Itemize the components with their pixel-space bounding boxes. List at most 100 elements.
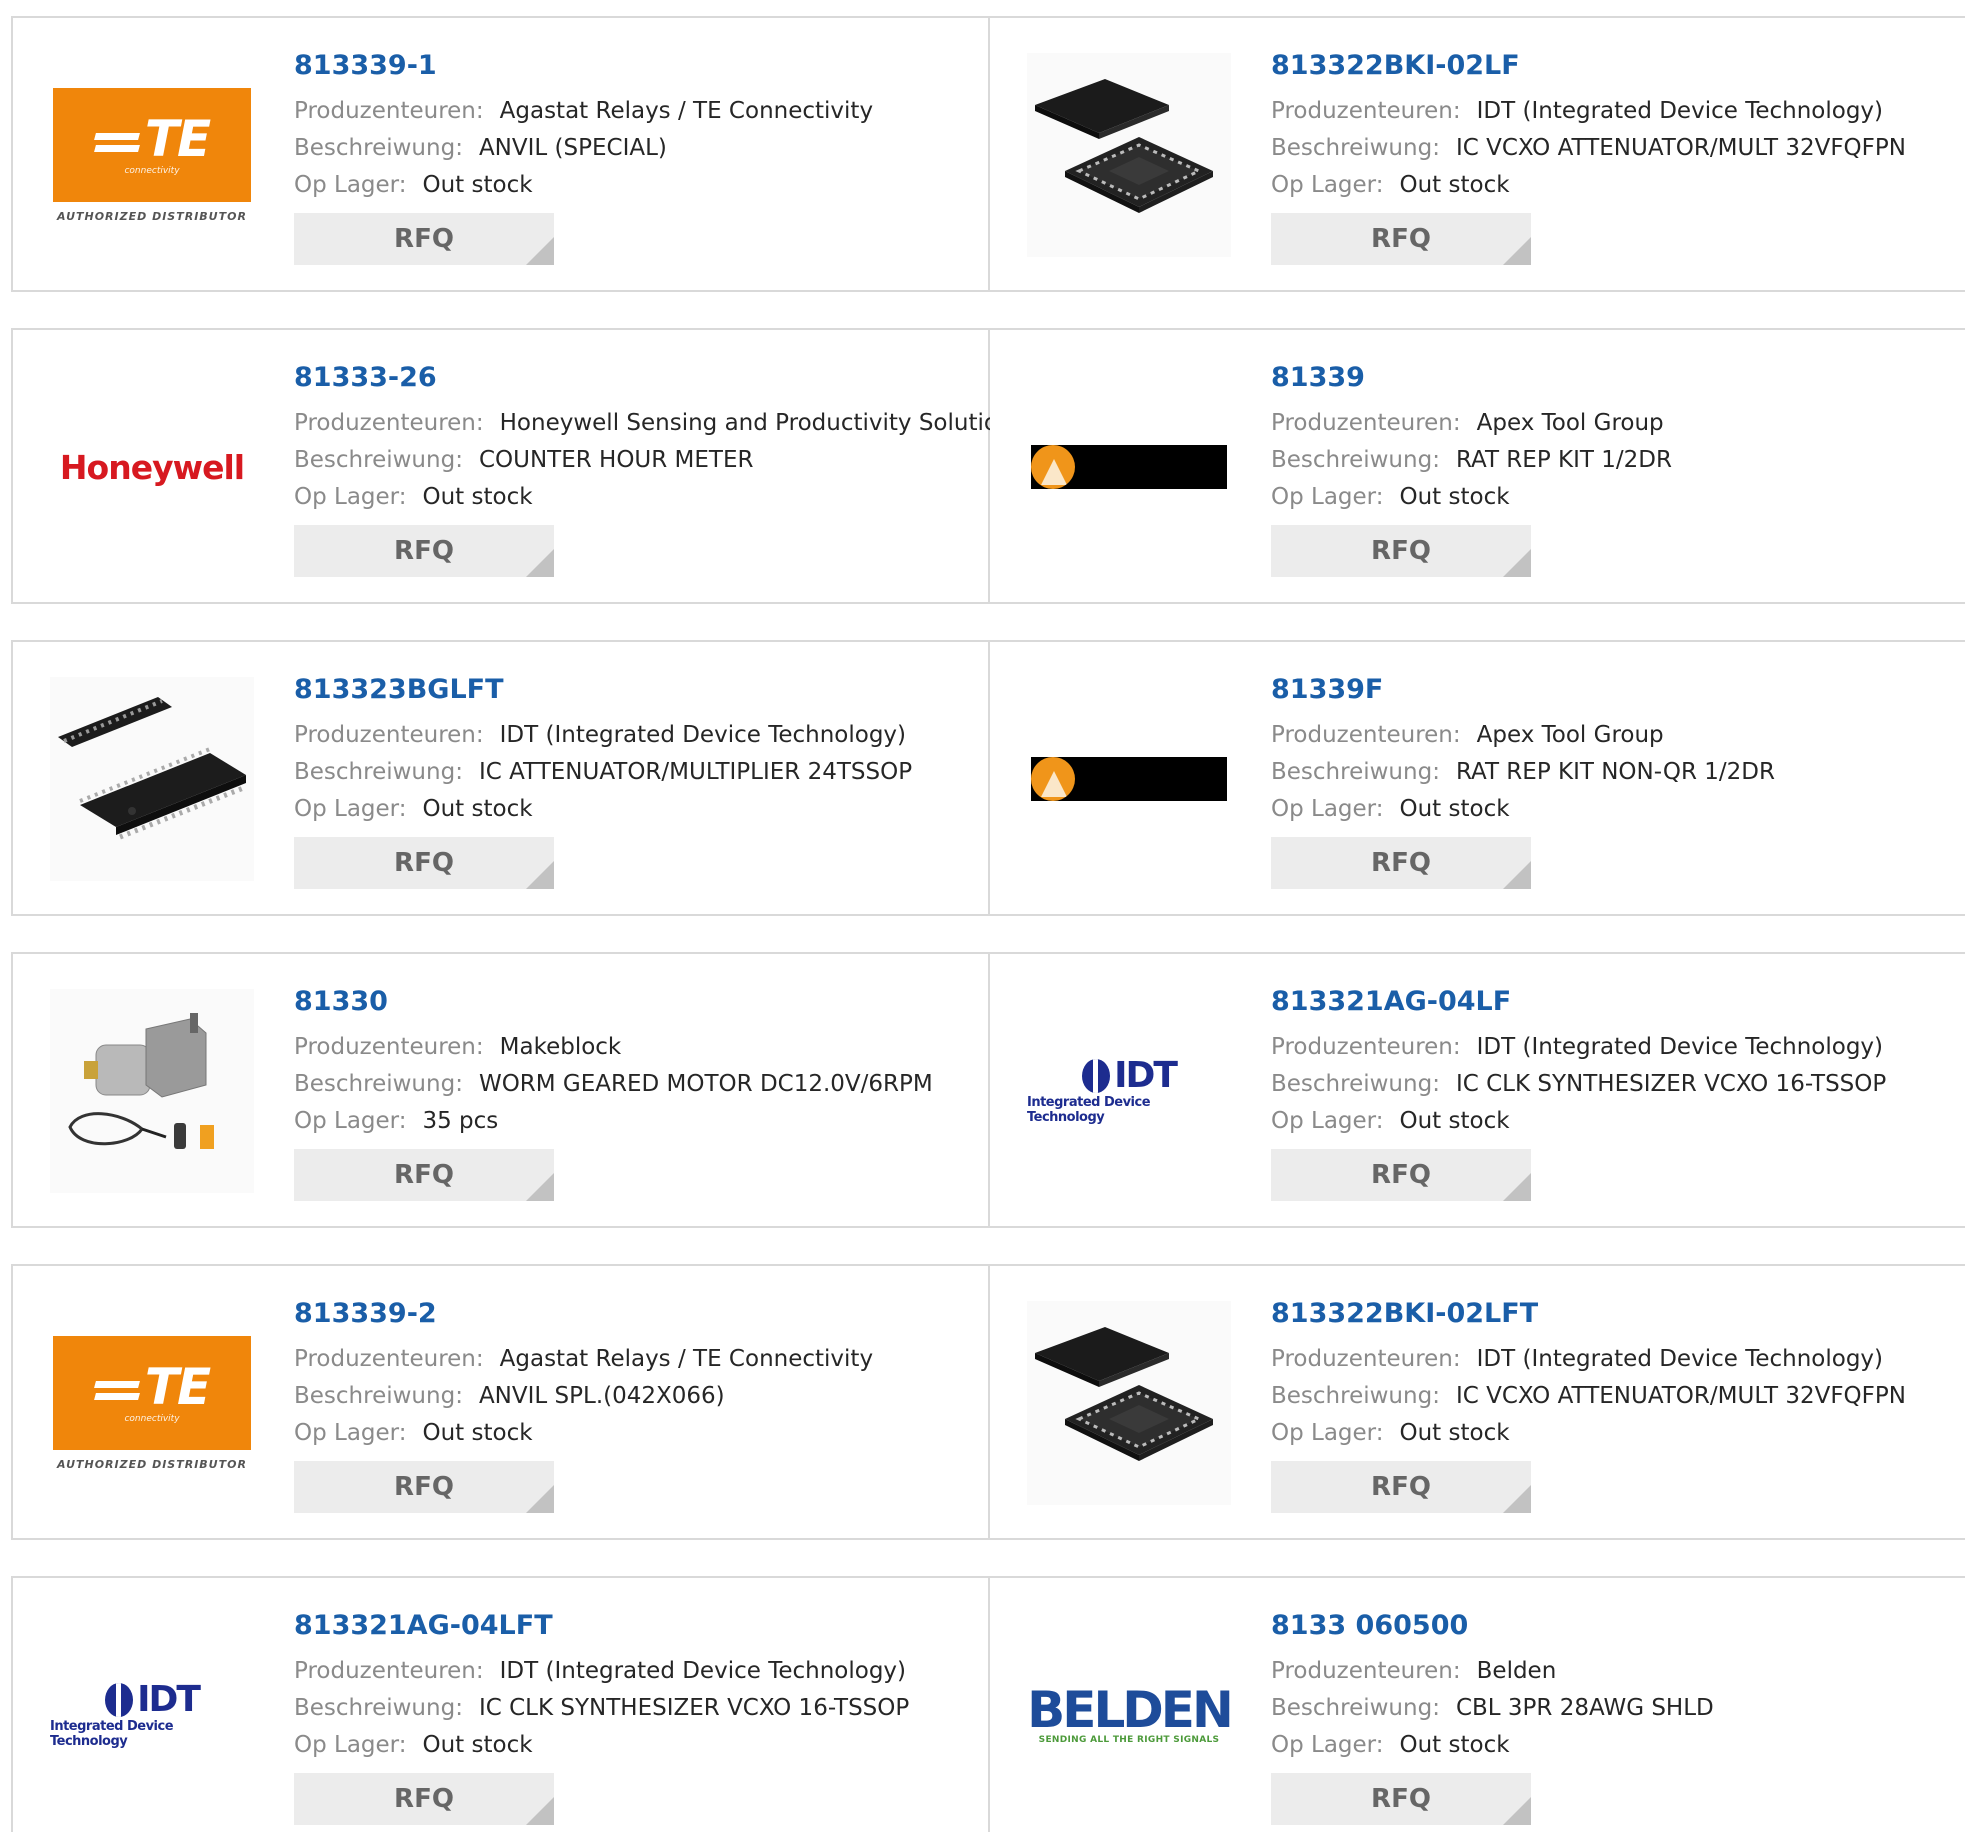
- rfq-button[interactable]: RFQ: [1271, 525, 1531, 577]
- manufacturer-value: IDT (Integrated Device Technology): [1476, 98, 1884, 124]
- manufacturer-value: Honeywell Sensing and Productivity Solut…: [499, 410, 1025, 436]
- te-logo-sub: connectivity: [124, 165, 180, 176]
- stock-label: Op Lager:: [1271, 1732, 1384, 1758]
- product-info: 813322BKI-02LFT Produzenteuren: IDT (Inte…: [1271, 1296, 1965, 1513]
- part-number-link[interactable]: 813339-1: [294, 48, 437, 84]
- idt-logo-text: IDT: [137, 1679, 201, 1720]
- honeywell-logo[interactable]: Honeywell: [50, 365, 254, 569]
- stock-row: Op Lager: Out stock: [1271, 1727, 1965, 1764]
- apex-tool-logo[interactable]: [1027, 677, 1231, 881]
- product-card: 813323BGLFT Produzenteuren: IDT (Integrat…: [11, 640, 990, 916]
- product-card: 81330 Produzenteuren: Makeblock Beschreiw…: [11, 952, 990, 1228]
- description-row: Beschreiwung: IC CLK SYNTHESIZER VCXO 16-…: [294, 1690, 988, 1727]
- rfq-button[interactable]: RFQ: [294, 1773, 554, 1825]
- te-connectivity-logo[interactable]: TE connectivity AUTHORIZED DISTRIBUTOR: [50, 53, 254, 257]
- rfq-button[interactable]: RFQ: [294, 525, 554, 577]
- te-connectivity-logo[interactable]: TE connectivity AUTHORIZED DISTRIBUTOR: [50, 1301, 254, 1505]
- description-label: Beschreiwung:: [294, 1695, 463, 1721]
- part-number-link[interactable]: 813322BKI-02LF: [1271, 48, 1520, 84]
- manufacturer-label: Produzenteuren:: [294, 98, 484, 124]
- description-label: Beschreiwung:: [294, 1383, 463, 1409]
- manufacturer-row: Produzenteuren: Agastat Relays / TE Conne…: [294, 1341, 988, 1378]
- idt-logo-sub: Integrated Device Technology: [1027, 1095, 1151, 1125]
- description-row: Beschreiwung: WORM GEARED MOTOR DC12.0V/6…: [294, 1066, 988, 1103]
- part-number-link[interactable]: 81330: [294, 984, 388, 1020]
- apex-logo: [1031, 445, 1227, 489]
- product-info: 813339-2 Produzenteuren: Agastat Relays /…: [294, 1296, 988, 1513]
- part-number-link[interactable]: 81339: [1271, 360, 1365, 396]
- manufacturer-value: Belden: [1476, 1658, 1557, 1684]
- stock-label: Op Lager:: [1271, 172, 1384, 198]
- product-row: TE connectivity AUTHORIZED DISTRIBUTOR 8…: [11, 1264, 1965, 1540]
- tssop-chip-photo[interactable]: [50, 677, 254, 881]
- stock-label: Op Lager:: [294, 1732, 407, 1758]
- belden-logo: BELDEN SENDING ALL THE RIGHT SIGNALS: [1027, 1685, 1231, 1745]
- qfn-chip-photo[interactable]: [1027, 53, 1231, 257]
- rfq-button[interactable]: RFQ: [294, 1461, 554, 1513]
- description-label: Beschreiwung:: [1271, 1383, 1440, 1409]
- geared-motor-photo[interactable]: [50, 989, 254, 1193]
- qfn-chip-icon: [1027, 53, 1231, 257]
- stock-row: Op Lager: 35 pcs: [294, 1103, 988, 1140]
- stock-label: Op Lager:: [1271, 484, 1384, 510]
- stock-row: Op Lager: Out stock: [1271, 791, 1965, 828]
- part-number-link[interactable]: 8133 060500: [1271, 1608, 1468, 1644]
- rfq-button[interactable]: RFQ: [1271, 1773, 1531, 1825]
- manufacturer-row: Produzenteuren: IDT (Integrated Device Te…: [294, 717, 988, 754]
- part-number-link[interactable]: 813339-2: [294, 1296, 437, 1332]
- stock-value: Out stock: [1399, 484, 1510, 510]
- product-info: 813321AG-04LFT Produzenteuren: IDT (Integ…: [294, 1608, 988, 1825]
- rfq-button[interactable]: RFQ: [1271, 837, 1531, 889]
- manufacturer-value: IDT (Integrated Device Technology): [499, 722, 907, 748]
- rfq-button[interactable]: RFQ: [1271, 1461, 1531, 1513]
- rfq-button[interactable]: RFQ: [294, 213, 554, 265]
- rfq-button[interactable]: RFQ: [294, 837, 554, 889]
- manufacturer-value: Apex Tool Group: [1476, 410, 1664, 436]
- manufacturer-row: Produzenteuren: Agastat Relays / TE Conne…: [294, 93, 988, 130]
- part-number-link[interactable]: 81333-26: [294, 360, 437, 396]
- part-number-link[interactable]: 813323BGLFT: [294, 672, 504, 708]
- product-card: 813322BKI-02LFT Produzenteuren: IDT (Inte…: [990, 1264, 1965, 1540]
- description-label: Beschreiwung:: [1271, 1695, 1440, 1721]
- idt-mark-icon: [1082, 1059, 1111, 1093]
- description-row: Beschreiwung: RAT REP KIT NON-QR 1/2DR: [1271, 754, 1965, 791]
- manufacturer-row: Produzenteuren: Honeywell Sensing and Pro…: [294, 405, 1025, 442]
- part-number-link[interactable]: 813321AG-04LF: [1271, 984, 1511, 1020]
- stock-label: Op Lager:: [294, 172, 407, 198]
- stock-label: Op Lager:: [1271, 1108, 1384, 1134]
- apex-tool-logo[interactable]: [1027, 365, 1231, 569]
- part-number-link[interactable]: 81339F: [1271, 672, 1383, 708]
- rfq-button[interactable]: RFQ: [294, 1149, 554, 1201]
- description-value: COUNTER HOUR METER: [478, 447, 754, 473]
- part-number-link[interactable]: 813321AG-04LFT: [294, 1608, 553, 1644]
- stock-value: Out stock: [1399, 1108, 1510, 1134]
- description-row: Beschreiwung: IC VCXO ATTENUATOR/MULT 32V…: [1271, 1378, 1965, 1415]
- description-row: Beschreiwung: IC VCXO ATTENUATOR/MULT 32V…: [1271, 130, 1965, 167]
- apex-logo: [1031, 757, 1227, 801]
- description-value: IC ATTENUATOR/MULTIPLIER 24TSSOP: [478, 759, 913, 785]
- product-info: 813323BGLFT Produzenteuren: IDT (Integrat…: [294, 672, 988, 889]
- manufacturer-value: Makeblock: [499, 1034, 622, 1060]
- belden-logo[interactable]: BELDEN SENDING ALL THE RIGHT SIGNALS: [1027, 1613, 1231, 1817]
- rfq-button[interactable]: RFQ: [1271, 1149, 1531, 1201]
- description-value: IC CLK SYNTHESIZER VCXO 16-TSSOP: [478, 1695, 910, 1721]
- description-value: CBL 3PR 28AWG SHLD: [1455, 1695, 1714, 1721]
- idt-logo[interactable]: IDT Integrated Device Technology: [1027, 989, 1231, 1193]
- stock-label: Op Lager:: [294, 1420, 407, 1446]
- product-card: TE connectivity AUTHORIZED DISTRIBUTOR 8…: [11, 1264, 990, 1540]
- rfq-button[interactable]: RFQ: [1271, 213, 1531, 265]
- stock-value: Out stock: [422, 172, 533, 198]
- idt-logo-sub: Integrated Device Technology: [50, 1719, 174, 1749]
- product-card: IDT Integrated Device Technology 813321A…: [990, 952, 1965, 1228]
- te-logo-tag: AUTHORIZED DISTRIBUTOR: [57, 209, 247, 223]
- description-value: RAT REP KIT NON-QR 1/2DR: [1455, 759, 1775, 785]
- stock-value: Out stock: [1399, 796, 1510, 822]
- apex-mark-icon: [1031, 445, 1075, 489]
- product-card: 813322BKI-02LF Produzenteuren: IDT (Integ…: [990, 16, 1965, 292]
- stock-label: Op Lager:: [1271, 1420, 1384, 1446]
- idt-logo[interactable]: IDT Integrated Device Technology: [50, 1613, 254, 1817]
- te-logo-text: TE: [144, 1357, 211, 1416]
- te-logo-text: TE: [144, 109, 211, 168]
- part-number-link[interactable]: 813322BKI-02LFT: [1271, 1296, 1538, 1332]
- qfn-chip-photo[interactable]: [1027, 1301, 1231, 1505]
